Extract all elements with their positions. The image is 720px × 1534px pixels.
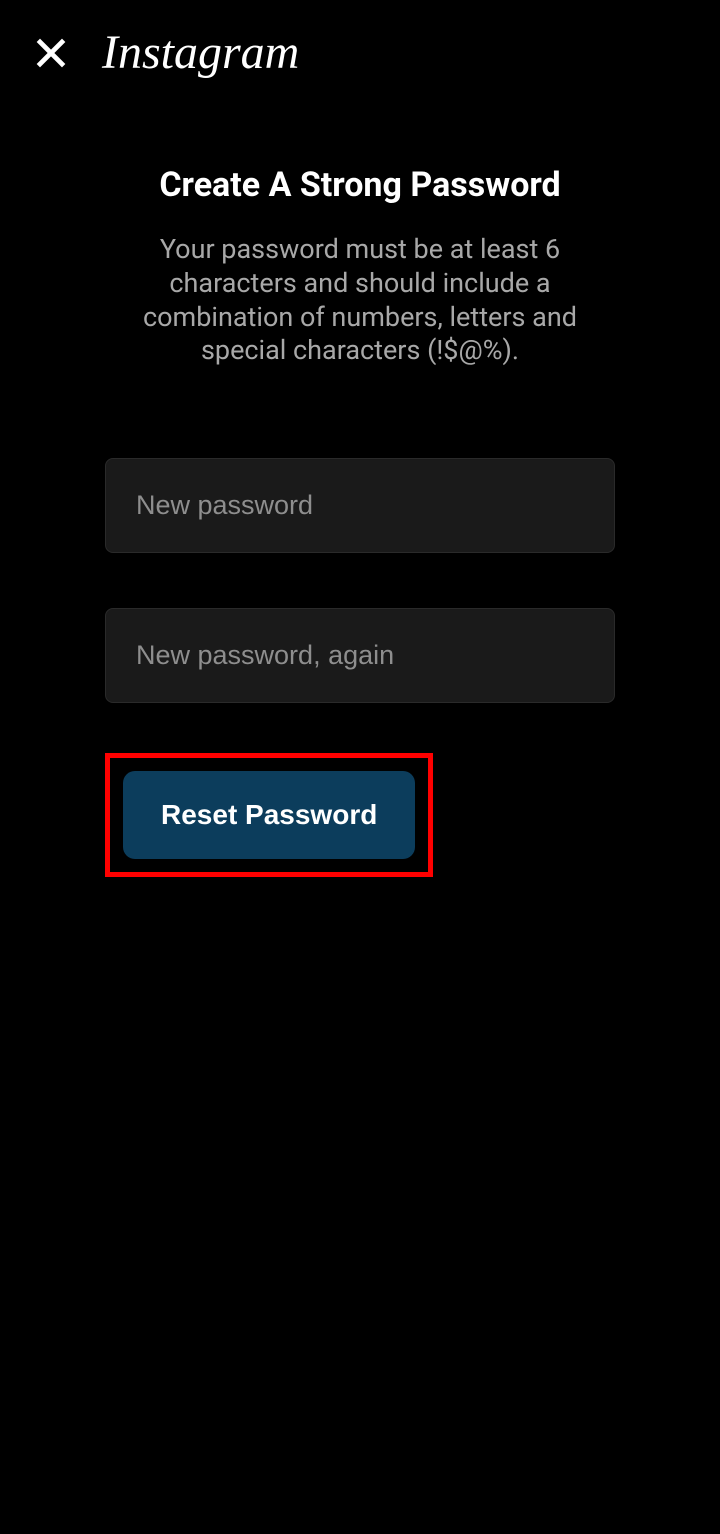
highlight-annotation: Reset Password: [105, 753, 433, 877]
button-wrapper: Reset Password: [105, 758, 615, 877]
page-description: Your password must be at least 6 charact…: [120, 233, 600, 368]
page-title: Create A Strong Password: [159, 165, 560, 205]
new-password-again-input[interactable]: [105, 608, 615, 703]
instagram-logo: Instagram: [102, 25, 299, 80]
content-area: Create A Strong Password Your password m…: [0, 105, 720, 877]
reset-password-button[interactable]: Reset Password: [123, 771, 415, 859]
new-password-input[interactable]: [105, 458, 615, 553]
header: Instagram: [0, 0, 720, 105]
password-form: Reset Password: [60, 458, 660, 877]
close-icon[interactable]: [30, 32, 72, 74]
